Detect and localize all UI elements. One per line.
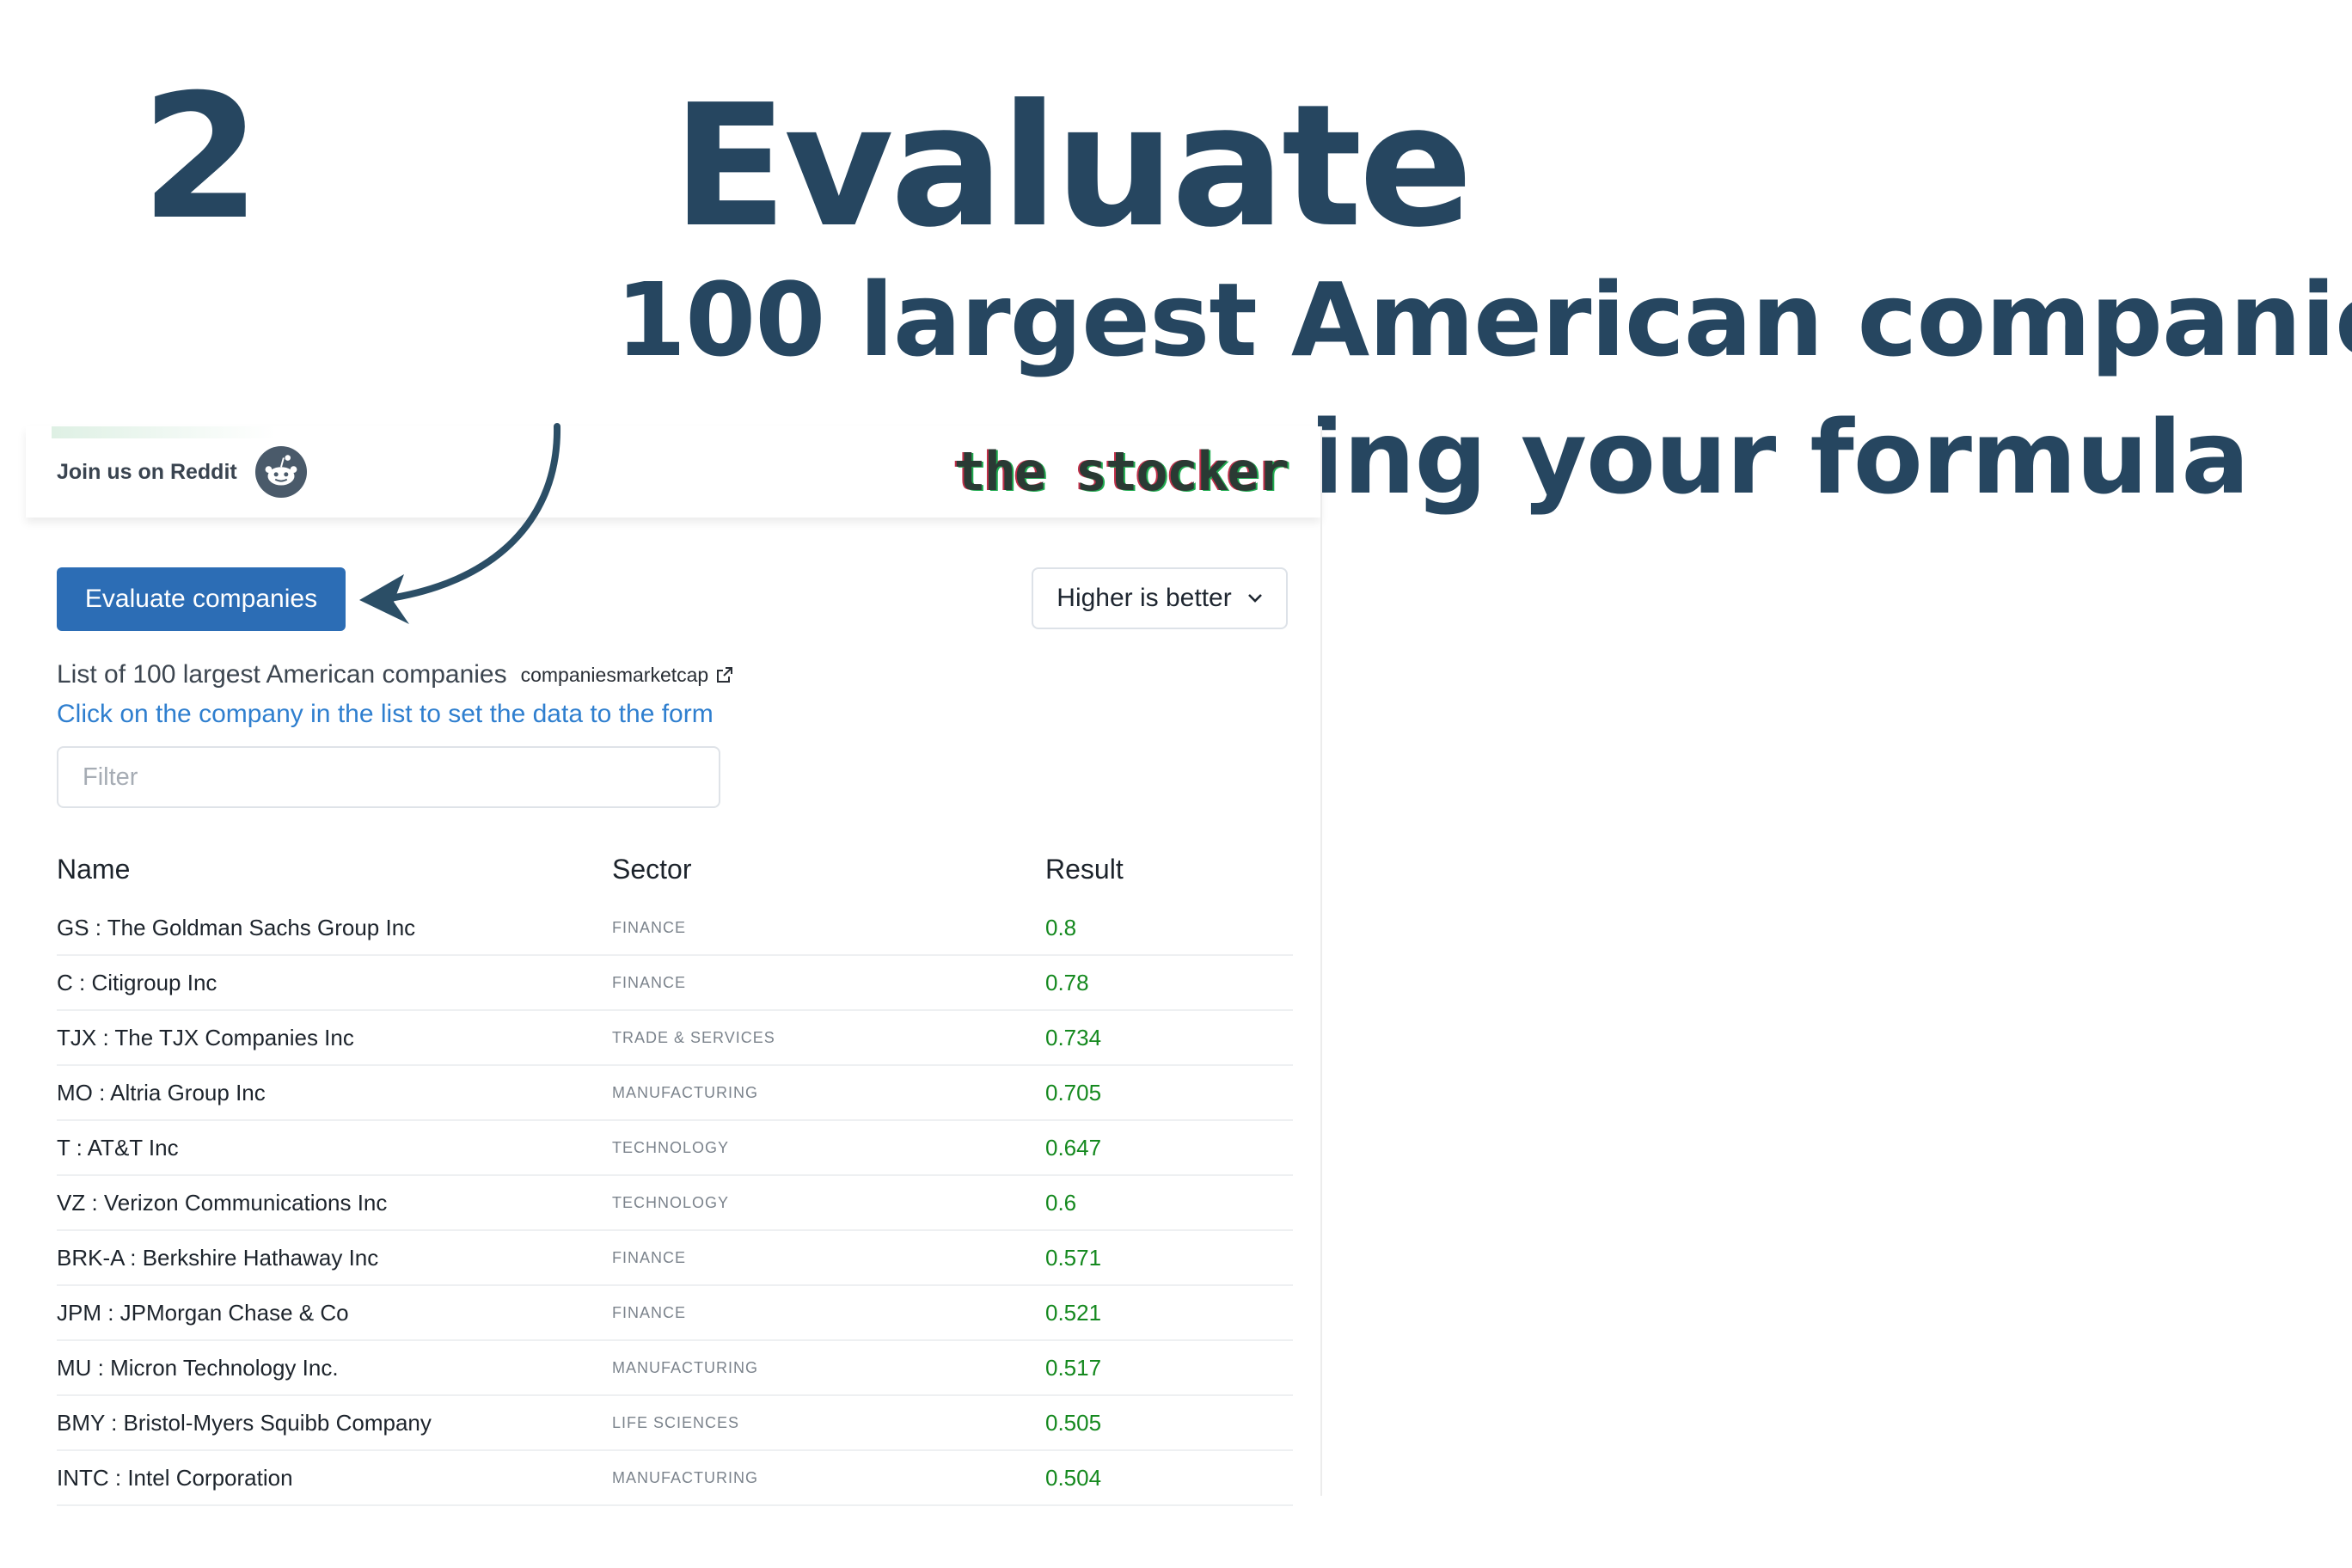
sort-order-value: Higher is better [1057,584,1232,612]
row-result: 0.6 [1045,1189,1077,1216]
row-name: TJX : The TJX Companies Inc [57,1024,354,1050]
row-result: 0.504 [1045,1464,1102,1491]
row-name: INTC : Intel Corporation [57,1464,293,1491]
row-name: BRK-A : Berkshire Hathaway Inc [57,1244,379,1271]
filter-input[interactable] [57,746,720,808]
pointer-arrow-icon [359,423,561,624]
row-name: GS : The Goldman Sachs Group Inc [57,914,416,940]
row-sector: MANUFACTURING [612,1468,758,1486]
row-sector: LIFE SCIENCES [612,1413,740,1431]
header-name[interactable]: Name [57,854,612,885]
row-sector: MANUFACTURING [612,1358,758,1376]
row-sector: MANUFACTURING [612,1083,758,1101]
top-bar: Join us on Reddit the stocker [26,426,1320,518]
headline: Evaluate [672,69,1473,265]
table-row[interactable]: C : Citigroup Inc FINANCE 0.78 [57,956,1293,1011]
the-stocker-logo[interactable]: the stocker [953,440,1289,503]
row-name: BMY : Bristol-Myers Squibb Company [57,1409,432,1436]
table-row[interactable]: BRK-A : Berkshire Hathaway Inc FINANCE 0… [57,1231,1293,1286]
row-sector: FINANCE [612,1303,687,1321]
app-screenshot-panel: Join us on Reddit the stocker Evaluate c… [26,426,1320,1506]
table-row[interactable]: VZ : Verizon Communications Inc TECHNOLO… [57,1176,1293,1231]
row-result: 0.647 [1045,1134,1102,1161]
table-row[interactable]: TJX : The TJX Companies Inc TRADE & SERV… [57,1011,1293,1066]
row-name: MU : Micron Technology Inc. [57,1354,339,1381]
panel-divider [1320,426,1322,1496]
reddit-link-label: Join us on Reddit [57,459,237,484]
reddit-icon [254,445,307,499]
header-result[interactable]: Result [1045,854,1293,885]
row-result: 0.505 [1045,1409,1102,1436]
row-sector: TRADE & SERVICES [612,1028,775,1046]
sort-order-select[interactable]: Higher is better [1032,567,1288,629]
table-row[interactable]: INTC : Intel Corporation MANUFACTURING 0… [57,1451,1293,1506]
row-result: 0.8 [1045,914,1077,940]
row-result: 0.571 [1045,1244,1102,1271]
reddit-link[interactable]: Join us on Reddit [57,445,308,499]
row-name: T : AT&T Inc [57,1134,179,1161]
subhead-line-1: 100 largest American companies [616,260,2352,379]
companies-table: Name Sector Result GS : The Goldman Sach… [57,837,1293,1506]
row-sector: FINANCE [612,973,687,991]
top-bar-fade [52,426,275,438]
row-name: JPM : JPMorgan Chase & Co [57,1299,349,1326]
row-result: 0.517 [1045,1354,1102,1381]
row-result: 0.78 [1045,969,1089,995]
table-row[interactable]: MO : Altria Group Inc MANUFACTURING 0.70… [57,1066,1293,1121]
external-link-icon [717,667,733,683]
row-name: VZ : Verizon Communications Inc [57,1189,388,1216]
header-sector[interactable]: Sector [612,854,1045,885]
chevron-down-icon [1247,594,1262,603]
row-result: 0.705 [1045,1079,1102,1106]
row-name: MO : Altria Group Inc [57,1079,266,1106]
row-name: C : Citigroup Inc [57,969,217,995]
table-row[interactable]: GS : The Goldman Sachs Group Inc FINANCE… [57,901,1293,956]
row-sector: FINANCE [612,1248,687,1266]
list-caption: List of 100 largest American companies c… [57,660,734,689]
row-sector: FINANCE [612,918,687,936]
source-link[interactable]: companiesmarketcap [521,664,735,687]
table-header: Name Sector Result [57,837,1293,901]
source-link-label: companiesmarketcap [520,663,709,686]
list-hint: Click on the company in the list to set … [57,700,714,728]
row-sector: TECHNOLOGY [612,1193,730,1211]
table-row[interactable]: JPM : JPMorgan Chase & Co FINANCE 0.521 [57,1286,1293,1341]
row-sector: TECHNOLOGY [612,1138,730,1156]
step-number: 2 [141,58,261,258]
evaluate-companies-button[interactable]: Evaluate companies [57,567,346,631]
list-caption-text: List of 100 largest American companies [57,660,507,689]
row-result: 0.521 [1045,1299,1102,1326]
row-result: 0.734 [1045,1024,1102,1050]
table-row[interactable]: MU : Micron Technology Inc. MANUFACTURIN… [57,1341,1293,1396]
promo-canvas: 2 Evaluate 100 largest American companie… [0,0,2352,1568]
table-row[interactable]: T : AT&T Inc TECHNOLOGY 0.647 [57,1121,1293,1176]
table-row[interactable]: BMY : Bristol-Myers Squibb Company LIFE … [57,1396,1293,1451]
